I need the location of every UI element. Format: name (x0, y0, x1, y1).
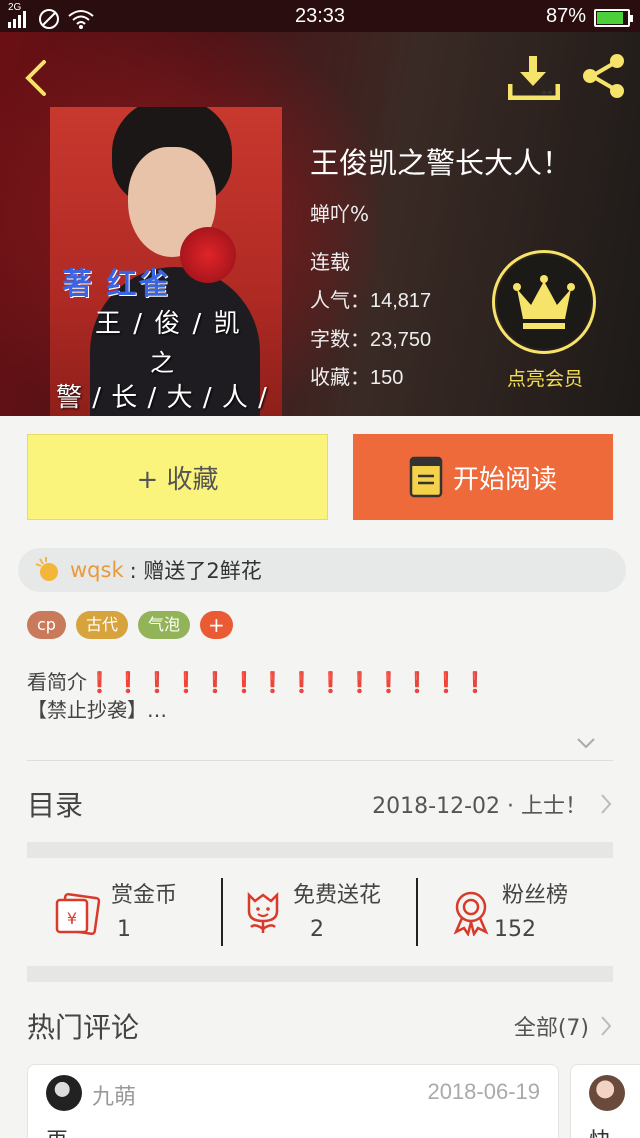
back-icon[interactable] (18, 58, 58, 98)
book-header: 著 红雀 王 / 俊 / 凯 之 警 / 长 / 大 / 人 / ! 王俊凯之警… (0, 32, 640, 416)
chevron-right-icon (601, 1016, 612, 1036)
tag-ancient[interactable]: 古代 (75, 611, 128, 639)
book-summary[interactable]: 看简介❗❗❗❗❗❗❗❗❗❗❗❗❗❗ 【禁止抄袭】… (27, 668, 617, 724)
free-flower-label: 免费送花 (293, 883, 382, 908)
comment-card[interactable]: 九萌 2018-06-19 再 (27, 1064, 559, 1138)
gift-ticker[interactable]: wqsk : 赠送了2鲜花 (18, 548, 626, 592)
free-flower-value: 2 (310, 917, 324, 942)
crown-icon (497, 255, 591, 349)
all-comments-link[interactable]: 全部(7) (514, 1010, 613, 1042)
clap-icon (35, 557, 58, 581)
free-flower[interactable]: 免费送花 2 (243, 878, 381, 948)
favorite-label: + 收藏 (136, 464, 219, 495)
rose-icon (180, 227, 236, 283)
section-gap (27, 842, 613, 858)
clock: 23:33 (294, 5, 346, 27)
tag-bubble[interactable]: 气泡 (137, 611, 190, 639)
fan-ranking[interactable]: 粉丝榜 152 (450, 878, 568, 948)
divider (27, 760, 613, 761)
add-to-favorites-button[interactable]: + 收藏 (27, 434, 328, 520)
all-comments-label: 全部(7) (513, 1016, 589, 1041)
avatar[interactable] (589, 1075, 625, 1111)
book-favorites: 收藏：150 (310, 367, 404, 389)
reward-coins-value: 1 (117, 917, 131, 942)
book-title: 王俊凯之警长大人！ (310, 146, 572, 180)
start-reading-button[interactable]: 开始阅读 (353, 434, 613, 520)
comment-card[interactable]: 快 (570, 1064, 640, 1138)
stats-divider (416, 878, 418, 946)
chevron-right-icon (601, 794, 612, 814)
cover-title-1: 王 / 俊 / 凯 (95, 309, 242, 339)
book-cover[interactable]: 著 红雀 王 / 俊 / 凯 之 警 / 长 / 大 / 人 / ! (50, 107, 282, 416)
comment-user[interactable]: 九萌 (92, 1079, 136, 1111)
add-tag-button[interactable]: + (199, 611, 233, 639)
summary-line-1: 看简介 (27, 670, 87, 694)
cover-title-2: 之 (150, 349, 174, 377)
cover-title-3: 警 / 长 / 大 / 人 / ! (56, 383, 268, 416)
tag-list: cp 古代 气泡 + (27, 611, 233, 639)
avatar[interactable] (46, 1075, 82, 1111)
toc-latest-chapter: 2018-12-02 · 上士！ (372, 794, 587, 819)
comment-date: 2018-06-19 (427, 1079, 540, 1104)
download-icon[interactable] (508, 54, 560, 100)
book-author[interactable]: 蝉吖% (310, 198, 369, 227)
comments-title: 热门评论 (27, 1011, 140, 1044)
fan-ranking-label: 粉丝榜 (502, 883, 569, 908)
vip-label[interactable]: 点亮会员 (490, 364, 600, 391)
vip-button[interactable] (492, 250, 596, 354)
summary-marks: ❗❗❗❗❗❗❗❗❗❗❗❗❗❗ (87, 670, 492, 694)
comments-header: 热门评论 全部(7) (27, 1004, 613, 1048)
read-label: 开始阅读 (452, 464, 557, 495)
share-icon[interactable] (580, 52, 628, 100)
status-bar: 2G 23:33 87% (0, 0, 640, 32)
battery-icon (594, 8, 633, 27)
comment-text: 再 (46, 1123, 68, 1138)
book-icon (409, 456, 443, 498)
gift-message: : 赠送了2鲜花 (129, 559, 262, 583)
expand-chevron-icon[interactable] (576, 736, 596, 750)
fan-ranking-value: 152 (494, 917, 536, 942)
section-gap (27, 966, 613, 982)
toc-label: 目录 (27, 789, 84, 822)
summary-line-2: 【禁止抄袭】… (27, 698, 167, 722)
battery-percent: 87% (545, 5, 586, 27)
reward-coins-label: 赏金币 (111, 883, 178, 908)
battery-fill (597, 11, 623, 24)
reward-coins[interactable]: ¥ 赏金币 1 (55, 878, 177, 948)
comment-text: 快 (589, 1123, 611, 1138)
stats-divider (221, 878, 223, 946)
book-status: 连载 (310, 252, 350, 274)
cover-author: 著 红雀 (62, 267, 171, 302)
gift-user[interactable]: wqsk (70, 558, 124, 582)
tag-cp[interactable]: cp (27, 611, 66, 639)
book-popularity: 人气：14,817 (310, 290, 432, 312)
toc-row[interactable]: 目录 2018-12-02 · 上士！ (27, 782, 613, 826)
book-word-count: 字数：23,750 (310, 329, 432, 351)
